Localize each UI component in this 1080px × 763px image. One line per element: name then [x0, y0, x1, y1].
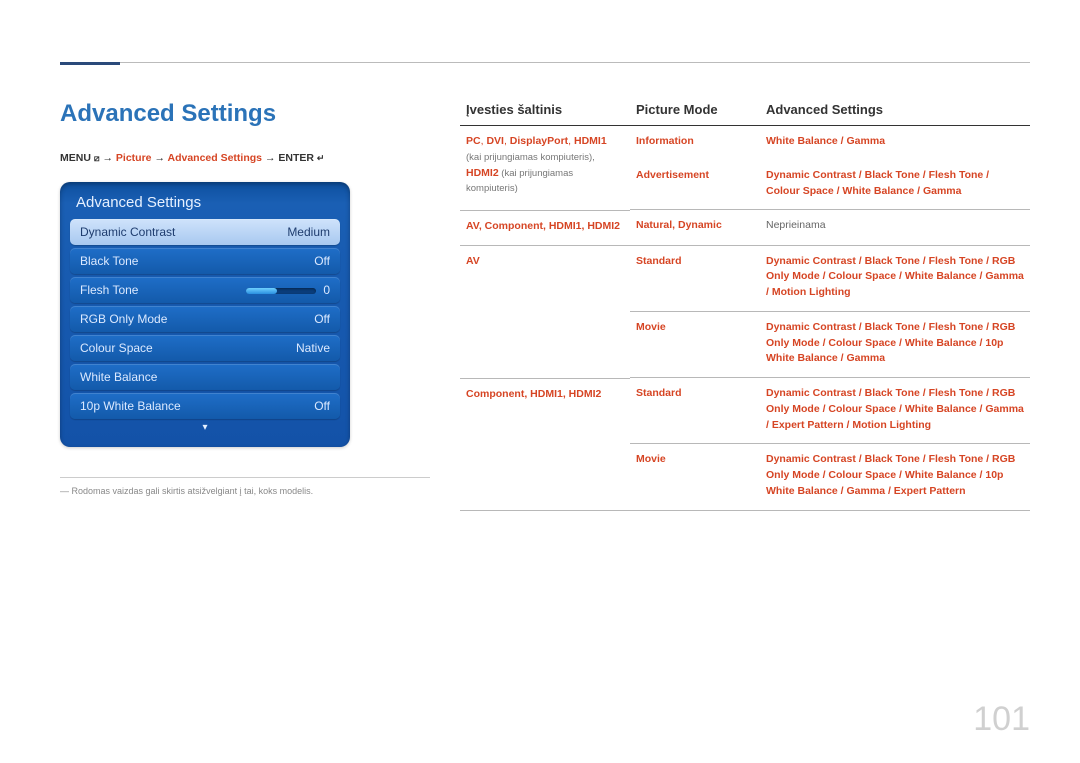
footnote: Rodomas vaizdas gali skirtis atsižvelgia…	[60, 486, 430, 496]
table-row: Component, HDMI1, HDMI2 Standard Dynamic…	[460, 378, 1030, 444]
breadcrumb-advanced: Advanced Settings	[167, 152, 262, 164]
th-picture-mode: Picture Mode	[630, 100, 760, 126]
th-input-source: Įvesties šaltinis	[460, 100, 630, 126]
top-rule-accent	[60, 62, 120, 65]
enter-icon: ↵	[317, 153, 325, 164]
table-row: AV Standard Dynamic Contrast / Black Ton…	[460, 245, 1030, 311]
osd-label: White Balance	[80, 370, 157, 384]
compatibility-table: Įvesties šaltinis Picture Mode Advanced …	[460, 100, 1030, 511]
osd-row-flesh-tone[interactable]: Flesh Tone 0	[70, 277, 340, 303]
osd-value: Off	[314, 399, 330, 413]
osd-label: 10p White Balance	[80, 399, 181, 413]
slider-fill	[246, 288, 278, 294]
osd-row-white-balance[interactable]: White Balance	[70, 364, 340, 390]
osd-row-dynamic-contrast[interactable]: Dynamic Contrast Medium	[70, 219, 340, 245]
osd-row-colour-space[interactable]: Colour Space Native	[70, 335, 340, 361]
osd-value: Native	[296, 341, 330, 355]
osd-row-black-tone[interactable]: Black Tone Off	[70, 248, 340, 274]
top-rule	[60, 62, 1030, 63]
th-advanced-settings: Advanced Settings	[760, 100, 1030, 126]
section-title: Advanced Settings	[60, 100, 430, 128]
breadcrumb-enter: ENTER	[278, 152, 314, 164]
table-row: AV, Component, HDMI1, HDMI2 Natural, Dyn…	[460, 210, 1030, 245]
table-row: PC, DVI, DisplayPort, HDMI1 (kai prijung…	[460, 126, 1030, 160]
breadcrumb-menu: MENU	[60, 152, 91, 164]
osd-label: Dynamic Contrast	[80, 225, 175, 239]
breadcrumb: MENU ⧄ → Picture → Advanced Settings → E…	[60, 152, 430, 164]
osd-row-10p-white-balance[interactable]: 10p White Balance Off	[70, 393, 340, 419]
osd-label: Black Tone	[80, 254, 138, 268]
chevron-down-icon[interactable]: ▾	[70, 422, 340, 433]
breadcrumb-picture: Picture	[116, 152, 152, 164]
osd-label: Colour Space	[80, 341, 153, 355]
osd-label: RGB Only Mode	[80, 312, 167, 326]
osd-value: Off	[314, 312, 330, 326]
divider	[60, 477, 430, 478]
page-number: 101	[973, 700, 1030, 739]
osd-value: Medium	[287, 225, 330, 239]
osd-panel: Advanced Settings Dynamic Contrast Mediu…	[60, 182, 350, 447]
osd-title: Advanced Settings	[70, 190, 340, 219]
menu-icon: ⧄	[94, 153, 100, 164]
osd-value: Off	[314, 254, 330, 268]
slider[interactable]	[246, 288, 316, 294]
osd-label: Flesh Tone	[80, 283, 138, 297]
osd-value-wrap: 0	[246, 283, 330, 297]
osd-row-rgb-only[interactable]: RGB Only Mode Off	[70, 306, 340, 332]
